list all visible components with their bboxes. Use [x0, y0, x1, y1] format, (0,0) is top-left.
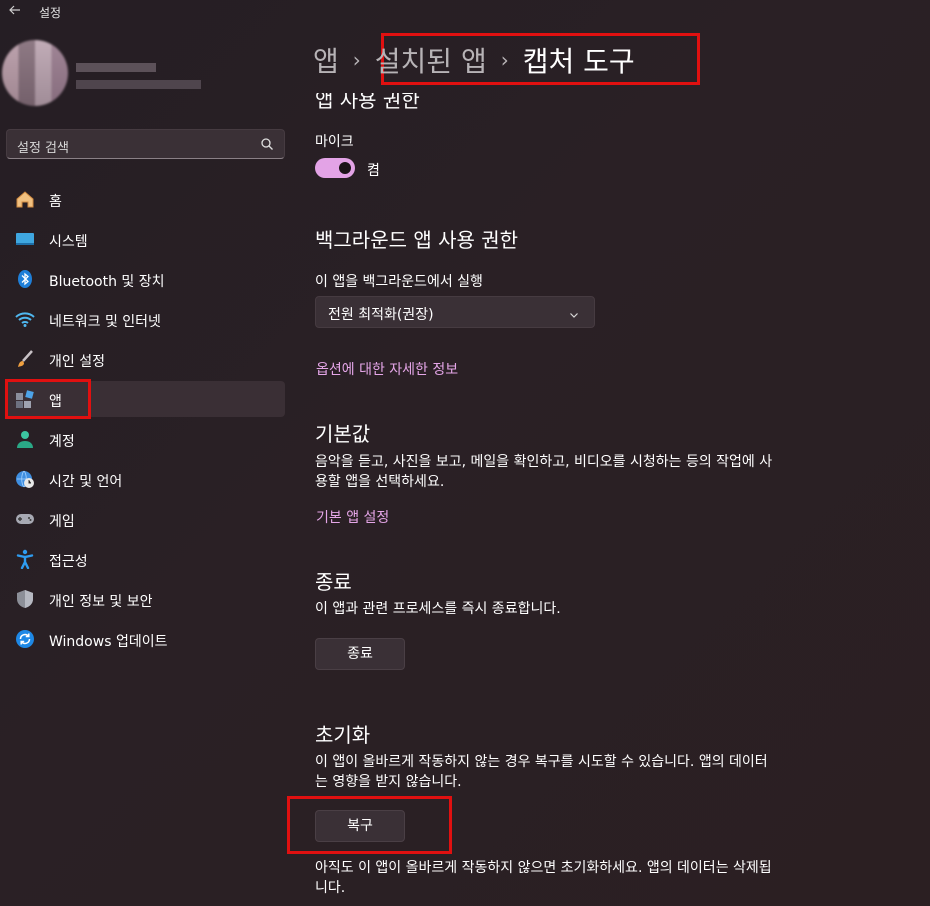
sidebar-item-label: 앱	[49, 394, 62, 410]
avatar[interactable]	[2, 40, 68, 106]
section-title-terminate: 종료	[315, 570, 352, 594]
system-icon	[15, 229, 35, 249]
search-icon[interactable]	[260, 136, 274, 150]
sidebar-item-label: 접근성	[49, 554, 88, 570]
breadcrumb: 앱 › 설치된 앱 › 캡처 도구	[313, 40, 635, 80]
reset-description: 이 앱이 올바르게 작동하지 않는 경우 복구를 시도할 수 있습니다. 앱의 …	[315, 754, 768, 790]
apps-icon	[15, 389, 35, 409]
sidebar-item-label: 네트워크 및 인터넷	[49, 314, 161, 330]
sidebar-item-home[interactable]: 홈	[6, 181, 285, 217]
chevron-down-icon	[568, 306, 580, 318]
toggle-knob	[339, 162, 351, 174]
terminate-description: 이 앱과 관련 프로세스를 즉시 종료합니다.	[315, 601, 561, 617]
sidebar-item-label: 계정	[49, 434, 75, 450]
sidebar-item-personalization[interactable]: 개인 설정	[6, 341, 285, 377]
brush-icon	[15, 349, 35, 369]
sidebar-item-network[interactable]: 네트워크 및 인터넷	[6, 301, 285, 337]
mic-toggle[interactable]	[315, 158, 355, 178]
wifi-icon	[15, 309, 35, 329]
update-icon	[15, 629, 35, 649]
chevron-right-icon: ›	[352, 48, 361, 72]
app-title: 설정	[39, 6, 62, 20]
sidebar-item-bluetooth[interactable]: Bluetooth 및 장치	[6, 261, 285, 297]
section-title-permissions: 앱 사용 권한	[315, 88, 420, 112]
sidebar-item-time-language[interactable]: 시간 및 언어	[6, 461, 285, 497]
sidebar-item-label: 게임	[49, 514, 75, 530]
section-title-defaults: 기본값	[315, 422, 371, 446]
mic-label: 마이크	[315, 134, 354, 150]
sidebar-item-label: Bluetooth 및 장치	[49, 274, 165, 290]
dropdown-value: 전원 최적화(권장)	[328, 307, 434, 323]
search-input[interactable]: 설정 검색	[6, 129, 285, 159]
sidebar-item-windows-update[interactable]: Windows 업데이트	[6, 621, 285, 657]
sidebar-item-privacy[interactable]: 개인 정보 및 보안	[6, 581, 285, 617]
globe-clock-icon	[15, 469, 35, 489]
bluetooth-icon	[15, 269, 35, 289]
repair-button[interactable]: 복구	[315, 810, 405, 842]
shield-icon	[15, 589, 35, 609]
sidebar-item-apps[interactable]: 앱	[6, 381, 285, 417]
home-icon	[15, 189, 35, 209]
sidebar-item-accounts[interactable]: 계정	[6, 421, 285, 457]
background-more-info-link[interactable]: 옵션에 대한 자세한 정보	[316, 359, 458, 379]
terminate-button[interactable]: 종료	[315, 638, 405, 670]
default-apps-link[interactable]: 기본 앱 설정	[316, 507, 389, 527]
title-bar: 설정	[0, 0, 930, 24]
sidebar-nav: 홈 시스템 Bluetooth 및 장치 네트워크 및 인터넷 개인 설정 앱	[6, 181, 285, 661]
search-placeholder: 설정 검색	[17, 141, 69, 156]
sidebar-item-label: Windows 업데이트	[49, 634, 168, 650]
sidebar-item-label: 시간 및 언어	[49, 474, 123, 490]
breadcrumb-installed-apps[interactable]: 설치된 앱	[375, 45, 487, 78]
profile-name-redacted	[76, 63, 156, 72]
gamepad-icon	[15, 509, 35, 529]
reset-note: 아직도 이 앱이 올바르게 작동하지 않으면 초기화하세요. 앱의 데이터는 삭…	[315, 860, 772, 896]
mic-toggle-state: 켬	[367, 163, 380, 179]
section-title-background: 백그라운드 앱 사용 권한	[315, 228, 519, 252]
background-run-label: 이 앱을 백그라운드에서 실행	[315, 274, 483, 290]
sidebar-item-accessibility[interactable]: 접근성	[6, 541, 285, 577]
sidebar-item-label: 홈	[49, 194, 62, 210]
sidebar-item-gaming[interactable]: 게임	[6, 501, 285, 537]
sidebar-item-label: 개인 설정	[49, 354, 105, 370]
page-title: 캡처 도구	[522, 45, 635, 78]
sidebar-item-label: 시스템	[49, 234, 88, 250]
profile-email-redacted	[76, 80, 201, 89]
accessibility-icon	[15, 549, 35, 570]
chevron-right-icon: ›	[500, 48, 509, 72]
background-mode-select[interactable]: 전원 최적화(권장)	[315, 296, 595, 328]
sidebar-item-system[interactable]: 시스템	[6, 221, 285, 257]
section-title-reset: 초기화	[315, 723, 371, 747]
back-arrow-icon[interactable]	[6, 3, 24, 21]
account-icon	[15, 429, 35, 449]
sidebar-item-label: 개인 정보 및 보안	[49, 594, 153, 610]
defaults-description: 음악을 듣고, 사진을 보고, 메일을 확인하고, 비디오를 시청하는 등의 작…	[315, 454, 773, 490]
breadcrumb-apps[interactable]: 앱	[313, 45, 339, 78]
